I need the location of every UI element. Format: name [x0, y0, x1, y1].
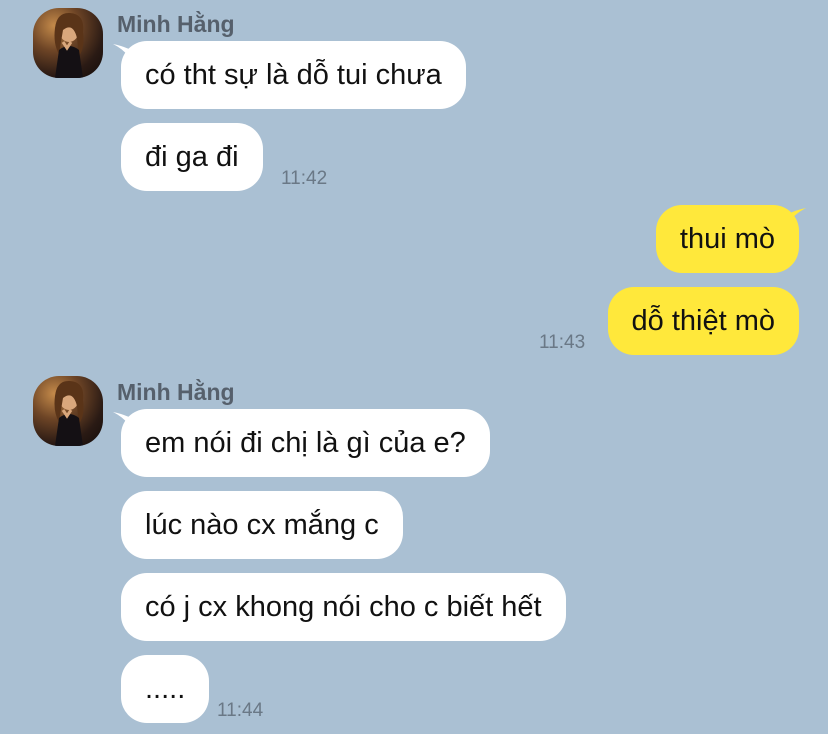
- avatar[interactable]: [33, 376, 103, 446]
- outgoing-message[interactable]: thui mò: [655, 205, 799, 273]
- message-timestamp: 11:44: [217, 700, 264, 721]
- sender-name: Minh Hằng: [117, 11, 235, 37]
- incoming-message[interactable]: có tht sự là dỗ tui chưa: [121, 41, 466, 109]
- message-timestamp: 11:43: [539, 332, 586, 353]
- profile-photo-icon: [54, 12, 84, 78]
- incoming-message[interactable]: có j cx khong nói cho c biết hết: [121, 573, 566, 641]
- outgoing-message[interactable]: dỗ thiệt mò: [607, 287, 799, 355]
- avatar[interactable]: [33, 8, 103, 78]
- incoming-message[interactable]: em nói đi chị là gì của e?: [121, 409, 490, 477]
- incoming-message[interactable]: đi ga đi: [121, 123, 263, 191]
- incoming-message[interactable]: lúc nào cx mắng c: [121, 491, 403, 559]
- incoming-message[interactable]: .....: [121, 655, 210, 723]
- profile-photo-icon: [54, 380, 84, 446]
- sender-name: Minh Hằng: [117, 379, 235, 405]
- message-timestamp: 11:42: [281, 168, 328, 189]
